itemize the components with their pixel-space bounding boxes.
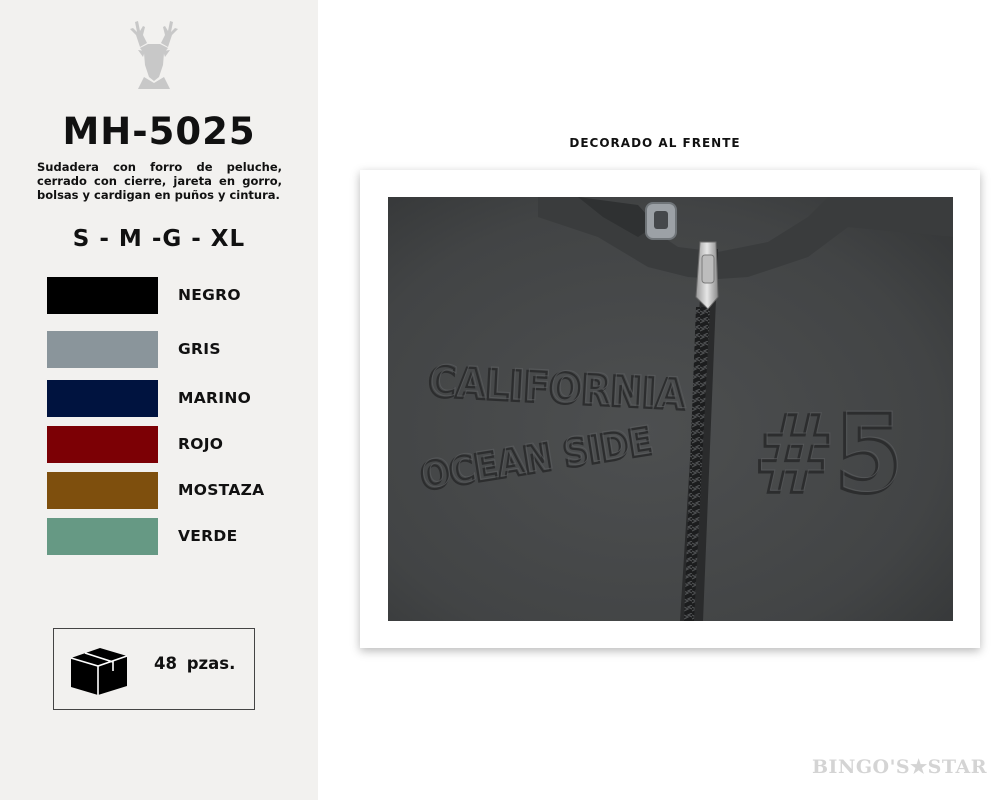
embossed-number-highlight: #5 (755, 391, 904, 516)
color-option-rojo: ROJO (47, 426, 307, 463)
color-option-marino: MARINO (47, 380, 307, 417)
pack-quantity-box: 48 pzas. (53, 628, 255, 710)
product-description: Sudadera con forro de peluche, cerrado c… (37, 160, 282, 202)
product-photo: CALIFORNIA OCEAN SIDE #5 CALIFORNIA OCEA… (388, 197, 953, 621)
color-label: GRIS (178, 340, 221, 358)
color-swatch (47, 380, 158, 417)
color-swatch (47, 426, 158, 463)
color-swatch (47, 472, 158, 509)
product-sidebar: MH-5025 Sudadera con forro de peluche, c… (0, 0, 318, 800)
product-photo-frame: CALIFORNIA OCEAN SIDE #5 CALIFORNIA OCEA… (360, 170, 980, 648)
color-option-gris: GRIS (47, 331, 307, 368)
product-code: MH-5025 (62, 110, 256, 153)
color-option-negro: NEGRO (47, 277, 307, 314)
pack-quantity: 48 pzas. (154, 654, 236, 673)
size-range: S - M -G - XL (72, 226, 246, 252)
color-option-mostaza: MOSTAZA (47, 472, 307, 509)
box-icon (70, 648, 128, 695)
color-swatch (47, 277, 158, 314)
color-swatch (47, 518, 158, 555)
color-label: NEGRO (178, 286, 241, 304)
color-option-verde: VERDE (47, 518, 307, 555)
color-label: MARINO (178, 389, 252, 407)
photo-caption: DECORADO AL FRENTE (569, 136, 741, 150)
deer-head-icon (130, 21, 178, 89)
color-label: VERDE (178, 527, 238, 545)
brand-watermark: BINGO'S★STAR (812, 756, 988, 778)
color-label: MOSTAZA (178, 481, 265, 499)
color-label: ROJO (178, 435, 224, 453)
color-swatch (47, 331, 158, 368)
